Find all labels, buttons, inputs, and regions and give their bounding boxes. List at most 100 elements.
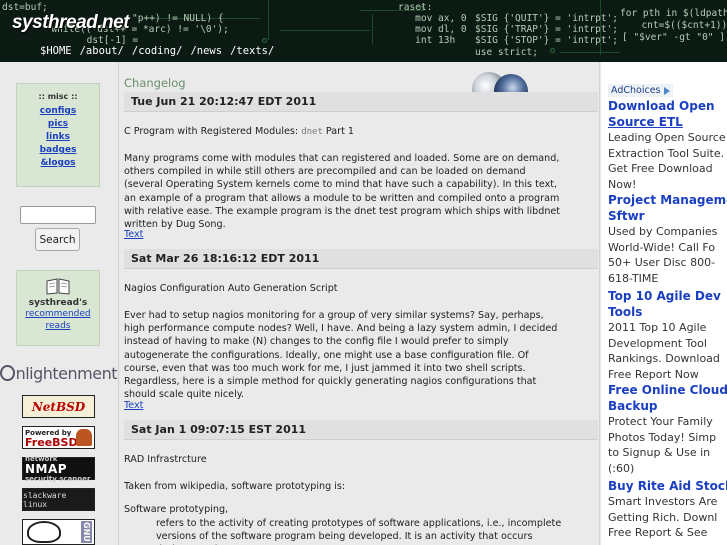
ad-desc: Protect Your Family — [608, 415, 713, 428]
post-title: Nagios Configuration Auto Generation Scr… — [124, 283, 338, 294]
post-title: C Program with Registered Modules: dnet … — [124, 125, 566, 139]
nmap-badge[interactable]: network NMAP security scanner — [22, 455, 95, 483]
header-code: int 13h — [398, 35, 456, 46]
header-code: cnt=$(($cnt+1)) — [630, 20, 727, 31]
nmap-sub-label: security scanner — [25, 474, 91, 483]
ad-desc: Getting Rich. Downl — [608, 510, 718, 524]
ad-item[interactable]: Project Manageme Sftwr Used by Companies… — [608, 192, 727, 286]
reads-link-line2[interactable]: reads — [17, 320, 99, 332]
post-intro: Taken from wikipedia, software prototypi… — [124, 481, 346, 492]
ad-headline[interactable]: Project Manageme — [608, 192, 727, 208]
ad-headline[interactable]: Download Open — [608, 98, 727, 114]
header-code: $SIG {'QUIT'} = 'intrpt'; — [475, 13, 618, 24]
misc-link-links[interactable]: links — [17, 131, 99, 144]
enlightenment-text: nlightenment — [15, 363, 118, 383]
post-title-text: C Program with Registered Modules: — [124, 126, 302, 137]
nav-about[interactable]: /about/ — [80, 45, 124, 57]
misc-link-pics[interactable]: pics — [17, 118, 99, 131]
nmap-label: NMAP — [25, 461, 68, 476]
search-button[interactable]: Search — [35, 228, 80, 251]
nav-news[interactable]: /news — [190, 45, 222, 57]
gnu-label: GNU — [81, 521, 92, 543]
header-code: raset: — [398, 2, 433, 13]
search-input[interactable] — [20, 206, 96, 224]
adchoices-icon — [663, 86, 670, 95]
ad-desc: Free Report Now — [608, 367, 699, 381]
netbsd-badge[interactable]: NetBSD — [22, 395, 95, 418]
ad-headline[interactable]: Tools — [608, 304, 727, 320]
ad-desc: Extraction Tool Suite. — [608, 146, 725, 160]
page-title: Changelog — [124, 76, 186, 90]
post-text-link[interactable]: Text — [124, 229, 143, 240]
post-date: Tue Jun 21 20:12:47 EDT 2011 — [124, 92, 598, 112]
ad-item[interactable]: Free Online Cloud Backup Protect Your Fa… — [608, 382, 727, 476]
ad-headline[interactable]: Buy Rite Aid Stock — [608, 478, 727, 494]
bsd-daemon-icon — [76, 429, 92, 446]
site-header: dst=buf; "p++) != NULL) { while((*dst++ … — [0, 0, 727, 62]
ad-headline[interactable]: Free Online Cloud — [608, 382, 727, 398]
gnu-head-icon — [27, 521, 61, 543]
adchoices-text: AdChoices — [611, 85, 661, 96]
post-text-link[interactable]: Text — [124, 400, 143, 411]
ad-desc: Smart Investors Are — [608, 495, 718, 508]
post-body: Many programs come with modules that can… — [124, 153, 561, 231]
ad-desc: Rankings. Download — [608, 352, 720, 365]
header-code: use strict; — [475, 47, 538, 58]
reads-label: systhread's — [28, 298, 88, 308]
nav-home[interactable]: $HOME — [40, 45, 72, 57]
book-icon — [45, 277, 71, 295]
adchoices-label[interactable]: AdChoices — [608, 84, 673, 97]
freebsd-label: FreeBSD — [25, 435, 78, 449]
ad-headline[interactable]: Source ETL — [608, 114, 727, 130]
main-content: Changelog Tue Jun 21 20:12:47 EDT 2011 C… — [118, 62, 600, 545]
post-title: RAD Infrastrcture — [124, 454, 207, 465]
ad-desc: 618-TIME — [608, 271, 659, 285]
ad-desc: Photos Today! Simp — [608, 430, 717, 444]
ad-item[interactable]: Buy Rite Aid Stock Smart Investors Are G… — [608, 478, 727, 541]
ad-headline[interactable]: Sftwr — [608, 208, 727, 224]
top-nav: $HOME /about/ /coding/ /news /texts/ — [40, 45, 274, 57]
post-term: Software prototyping, — [124, 504, 229, 515]
ad-desc: Leading Open Source — [608, 131, 726, 144]
header-code: mov dl, 0 — [398, 24, 467, 35]
ads-column: AdChoices Download Open Source ETL Leadi… — [601, 62, 727, 545]
recommended-reads-box: systhread's recommended reads — [16, 270, 100, 346]
post-definition: refers to the activity of creating proto… — [156, 518, 562, 545]
freebsd-badge[interactable]: Powered by FreeBSD — [22, 426, 95, 449]
ad-item[interactable]: Download Open Source ETL Leading Open So… — [608, 98, 727, 192]
post-title-code: dnet — [301, 127, 323, 137]
nav-texts[interactable]: /texts/ — [230, 45, 274, 57]
post-date: Sat Mar 26 18:16:12 EDT 2011 — [124, 249, 598, 269]
ad-desc: 50+ User Disc 800- — [608, 256, 716, 269]
misc-link-logos[interactable]: &logos — [17, 157, 99, 170]
slackware-badge[interactable]: slackware linux — [22, 488, 95, 511]
misc-link-configs[interactable]: configs — [17, 105, 99, 118]
header-code: $SIG {'TRAP'} = 'intrpt'; — [475, 24, 618, 35]
post-title-suffix: Part 1 — [322, 126, 355, 137]
header-code: mov ax, 0 — [398, 13, 467, 24]
enlightenment-logo[interactable]: nlightenment — [0, 362, 118, 384]
post-body: Ever had to setup nagios monitoring for … — [124, 310, 558, 401]
enlightenment-e-icon — [0, 365, 15, 381]
reads-link-line1[interactable]: recommended — [17, 308, 99, 320]
ad-desc: Get Free Download — [608, 162, 713, 175]
misc-link-badges[interactable]: badges — [17, 144, 99, 157]
ad-headline[interactable]: Backup — [608, 398, 727, 414]
ad-desc: Used by Companies — [608, 225, 718, 238]
ad-desc: Development Tool — [608, 336, 707, 350]
ad-item[interactable]: Top 10 Agile Dev Tools 2011 Top 10 Agile… — [608, 288, 727, 382]
gnu-badge[interactable]: GNU — [22, 519, 95, 545]
header-code: [ "$ver" -gt "0" ] — [622, 32, 725, 43]
slackware-label: slackware linux — [23, 490, 67, 509]
ad-desc: World-Wide! Call Fo — [608, 240, 716, 254]
misc-title: :: misc :: — [38, 92, 78, 101]
site-logo[interactable]: systhread.net — [12, 12, 130, 34]
nav-coding[interactable]: /coding/ — [132, 45, 183, 57]
header-code: $SIG {'STOP'} = 'intrpt'; — [475, 35, 618, 46]
misc-box: :: misc :: configs pics links badges &lo… — [16, 83, 100, 187]
post-date: Sat Jan 1 09:07:15 EST 2011 — [124, 420, 598, 440]
ad-headline[interactable]: Top 10 Agile Dev — [608, 288, 727, 304]
netbsd-label: NetBSD — [31, 399, 86, 414]
header-code: for pth in $(ldpath — [620, 8, 727, 19]
ad-desc: Free Report & See — [608, 526, 708, 539]
